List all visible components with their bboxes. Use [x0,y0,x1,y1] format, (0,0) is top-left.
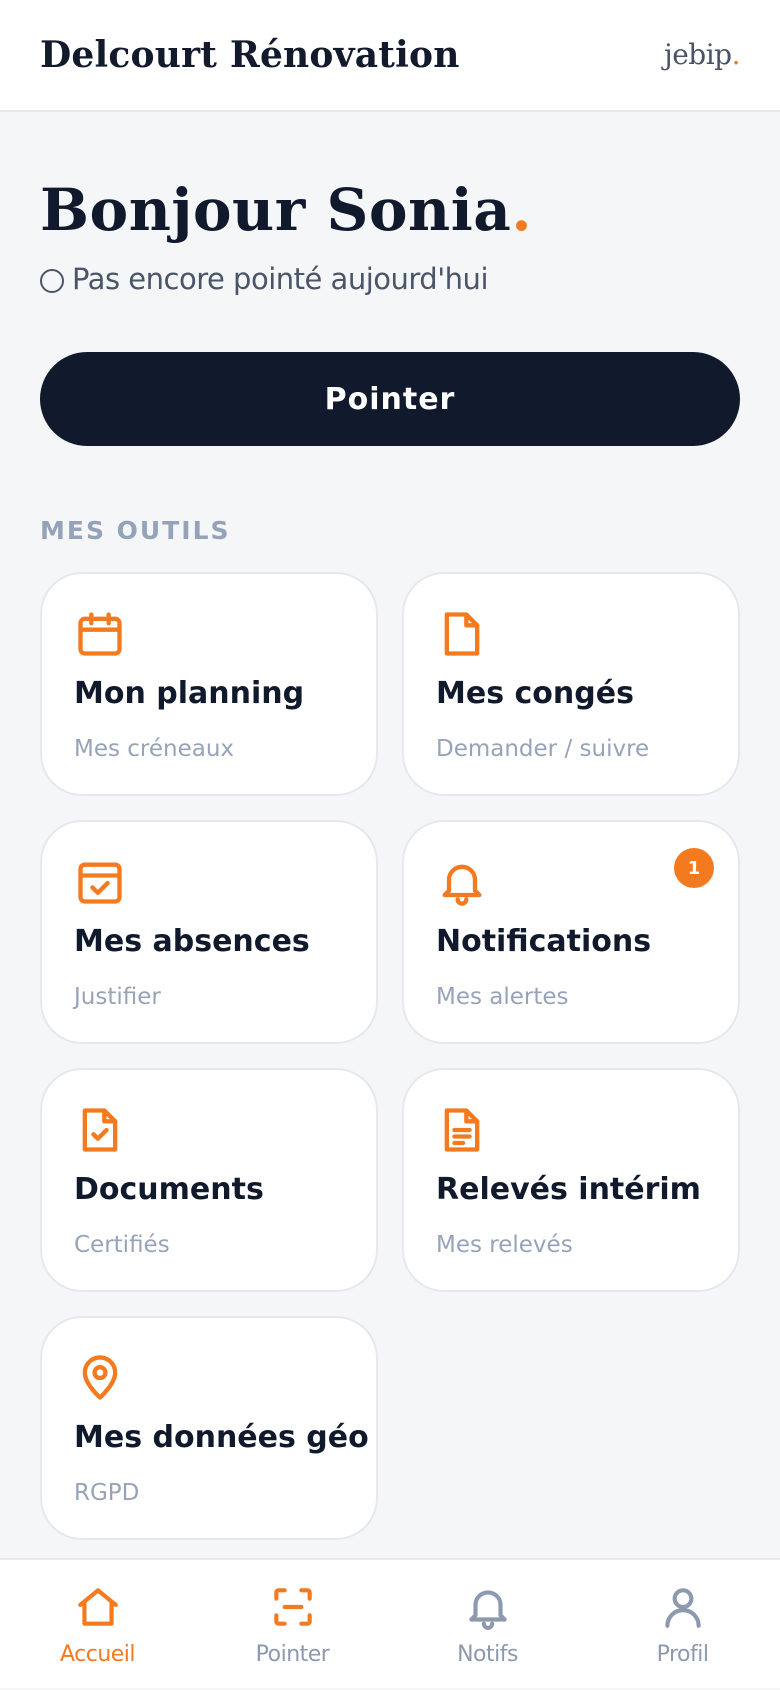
pointer-button-label: Pointer [324,381,456,417]
tool-card-absences[interactable]: Mes absences Justifier [40,820,378,1044]
brand-logo: jebip. [664,38,740,71]
brand-dot: . [731,38,741,71]
tool-card-title: Mes données géo [74,1420,369,1455]
tool-card-title: Mes absences [74,924,310,959]
tool-card-documents[interactable]: Documents Certifiés [40,1068,378,1292]
tab-label: Notifs [457,1642,518,1667]
file-text-icon [436,1104,488,1156]
tool-card-title: Mon planning [74,676,305,711]
tab-profil[interactable]: Profil [585,1560,780,1690]
tool-card-subtitle: Mes relevés [436,1232,573,1258]
tool-card-notifications[interactable]: 1 Notifications Mes alertes [402,820,740,1044]
greeting-heading: Bonjour Sonia. [40,176,532,244]
calendar-check-icon [74,856,126,908]
file-check-icon [74,1104,126,1156]
tool-card-subtitle: Mes alertes [436,984,569,1010]
status-circle-icon [40,269,64,293]
scan-icon [268,1582,318,1632]
bell-icon [436,856,488,908]
calendar-icon [74,608,126,660]
tool-card-subtitle: Demander / suivre [436,736,650,762]
pointer-button[interactable]: Pointer [40,352,740,446]
tools-section-title: MES OUTILS [40,516,231,545]
status-text: Pas encore pointé aujourd'hui [72,262,489,296]
bottom-tab-bar: Accueil Pointer Notifs Profil [0,1558,780,1688]
document-icon [436,608,488,660]
home-icon [73,1582,123,1632]
tab-label: Accueil [59,1642,136,1667]
tool-card-subtitle: Mes créneaux [74,736,235,762]
tab-label: Profil [656,1642,709,1667]
greeting-text: Bonjour Sonia [40,176,512,244]
tool-card-planning[interactable]: Mon planning Mes créneaux [40,572,378,796]
tool-card-title: Mes congés [436,676,634,711]
greeting-dot: . [511,176,533,244]
tool-card-title: Relevés intérim [436,1172,701,1207]
tool-card-title: Documents [74,1172,264,1207]
brand-name: jebip [664,38,732,71]
tab-notifs[interactable]: Notifs [390,1560,585,1690]
company-name: Delcourt Rénovation [40,34,460,76]
tool-card-subtitle: Certifiés [74,1232,170,1258]
map-pin-icon [74,1352,126,1404]
app-header: Delcourt Rénovation jebip. [0,0,780,112]
tab-accueil[interactable]: Accueil [0,1560,195,1690]
user-icon [658,1582,708,1632]
notification-count-badge: 1 [674,848,714,888]
tool-card-conges[interactable]: Mes congés Demander / suivre [402,572,740,796]
tool-card-releves[interactable]: Relevés intérim Mes relevés [402,1068,740,1292]
tool-card-title: Notifications [436,924,652,959]
tab-label: Pointer [255,1642,330,1667]
tab-pointer[interactable]: Pointer [195,1560,390,1690]
clock-status: Pas encore pointé aujourd'hui [40,262,489,296]
tools-grid: Mon planning Mes créneaux Mes congés Dem… [40,572,740,1540]
tool-card-subtitle: Justifier [74,984,161,1010]
bell-icon [463,1582,513,1632]
tool-card-geo-data[interactable]: Mes données géo RGPD [40,1316,378,1540]
tool-card-subtitle: RGPD [74,1480,140,1506]
